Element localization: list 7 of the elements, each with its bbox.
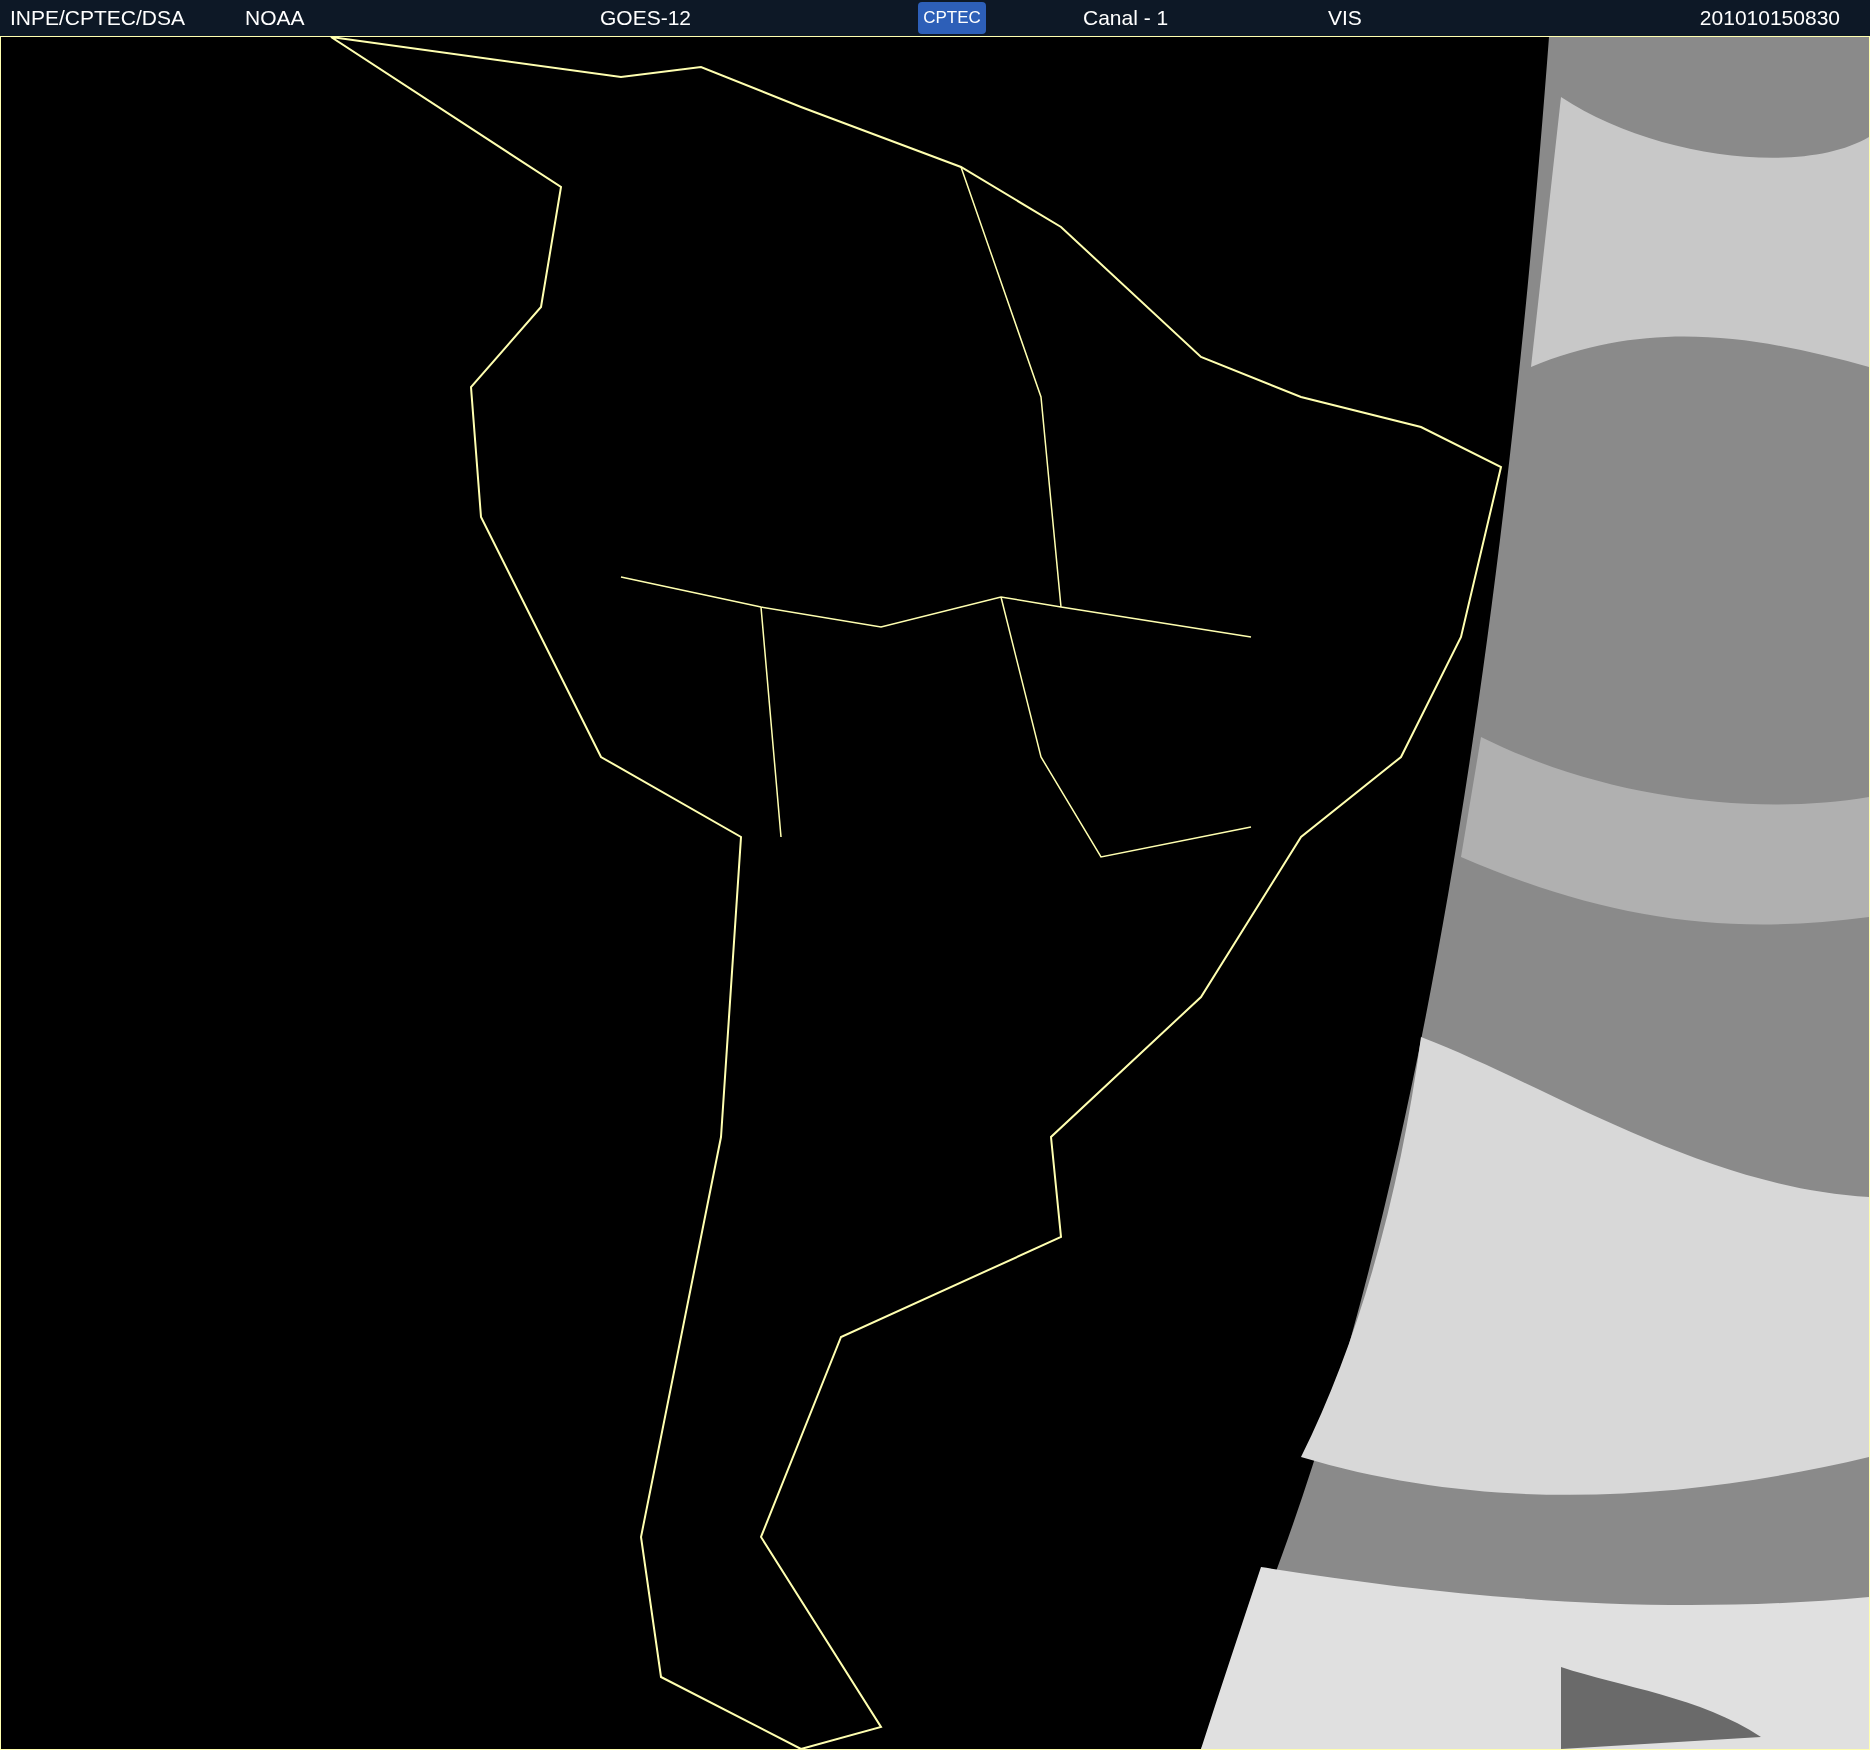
band-label: VIS — [1328, 5, 1363, 32]
logo: CPTEC — [918, 2, 986, 34]
agency-label: NOAA — [245, 5, 306, 32]
institution-label: INPE/CPTEC/DSA — [10, 5, 187, 32]
satellite-label: GOES-12 — [600, 5, 693, 32]
timestamp-label: 201010150830 — [1699, 5, 1840, 32]
channel-label: Canal - 1 — [1083, 5, 1170, 32]
